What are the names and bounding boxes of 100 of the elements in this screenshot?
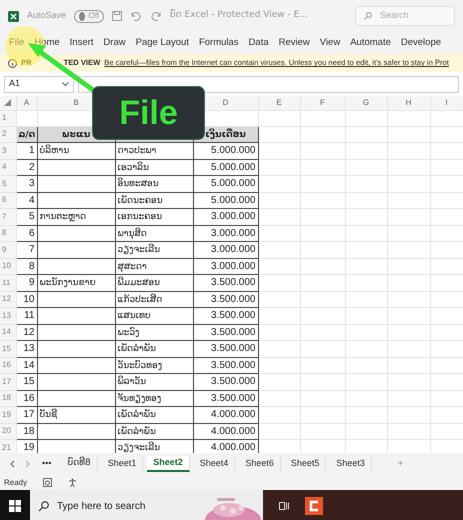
search-icon	[38, 500, 49, 512]
sheet-tab[interactable]: ບົດທີ8	[61, 457, 98, 471]
table-cell: ການຕະຫຼາດ	[40, 212, 86, 222]
table-cell: 11	[24, 310, 34, 322]
column-header[interactable]: I	[445, 98, 448, 107]
table-cell: 4.000.000	[211, 426, 256, 437]
table-cell: 5.000.000	[211, 162, 256, 173]
add-sheet-button[interactable]: +	[392, 457, 410, 471]
table-cell: 2	[28, 162, 34, 173]
table-cell: 16	[23, 392, 34, 404]
table-cell: ພະວົງ	[118, 328, 140, 338]
table-cell: ເອວາລິນ	[118, 162, 149, 173]
excel-logo-icon[interactable]	[8, 10, 19, 22]
table-cell: 3.500.000	[211, 343, 256, 354]
column-header[interactable]: A	[24, 98, 30, 107]
table-cell: 6	[28, 228, 34, 239]
column-header[interactable]: E	[276, 98, 282, 107]
sheet-tab[interactable]: Sheet6	[239, 457, 281, 471]
table-cell: 3.500.000	[211, 326, 256, 338]
table-cell: ແສນເທບ	[118, 311, 151, 322]
table-cell: 4	[28, 194, 34, 206]
table-cell: ພີມມະສອນ	[118, 278, 160, 288]
sheet-tab[interactable]: Sheet2	[147, 456, 190, 472]
table-cell: ພະແນ	[62, 130, 90, 140]
task-view-icon[interactable]	[279, 501, 289, 511]
callout-label: File	[92, 86, 205, 140]
row-header[interactable]: 5	[2, 178, 6, 188]
table-cell: 3.500.000	[211, 310, 256, 322]
select-all-icon[interactable]	[4, 99, 12, 106]
row-header[interactable]: 3	[2, 146, 6, 155]
sheet-tab[interactable]: Sheet3	[330, 457, 372, 471]
ribbon-tab[interactable]: Data	[244, 36, 274, 50]
redo-icon[interactable]	[150, 11, 162, 21]
ribbon-tab[interactable]: Automate	[345, 36, 396, 50]
column-header[interactable]: B	[73, 98, 79, 107]
table-cell: 3.000.000	[211, 211, 256, 222]
table-cell: 3	[28, 178, 34, 190]
ribbon-tab[interactable]: View	[314, 36, 346, 50]
ribbon-tab[interactable]: Draw	[98, 36, 131, 50]
table-cell: 3.500.000	[211, 360, 256, 371]
table-cell: ວັນະບົວທອງ	[118, 360, 162, 371]
table-cell: 8	[28, 260, 34, 272]
row-header[interactable]: 8	[2, 228, 6, 238]
table-cell: 3.500.000	[211, 376, 256, 388]
search-icon	[364, 12, 372, 20]
ribbon-tab[interactable]: Review	[274, 36, 315, 50]
row-header[interactable]: 9	[2, 244, 6, 254]
undo-icon[interactable]	[130, 11, 142, 21]
column-header[interactable]: G	[362, 98, 370, 107]
table-cell: ສຸສະດາ	[118, 262, 147, 272]
accessibility-icon[interactable]	[68, 478, 78, 487]
name-box[interactable]: A1	[4, 76, 74, 92]
more-sheets-button[interactable]: •••	[36, 457, 58, 471]
table-cell: ວຽງຈະເລີນ	[118, 245, 160, 256]
table-cell: 1	[28, 145, 34, 156]
windows-start-icon[interactable]	[9, 500, 21, 512]
save-icon[interactable]	[112, 11, 122, 21]
table-cell: 13	[23, 343, 34, 354]
table-cell: ແກ້ວປະເສີດ	[118, 294, 162, 305]
ribbon-tab[interactable]: Develope	[396, 36, 446, 50]
table-cell: ເພັດລຳພັນ	[118, 344, 156, 354]
table-cell: ພະນັກງານຂາຍ	[40, 278, 96, 288]
table-cell: ເງິນເດືອນ	[205, 130, 246, 140]
column-header[interactable]: D	[222, 98, 228, 107]
autosave-label: AutoSave	[27, 9, 66, 22]
ribbon-tab[interactable]: Page Layout	[130, 36, 194, 50]
row-header[interactable]: 1	[2, 113, 6, 122]
table-cell: 3.500.000	[211, 392, 256, 404]
table-cell: ລ/ດ	[18, 130, 36, 140]
table-cell: ຈັນທຽງທອງ	[118, 394, 162, 404]
table-cell: 3.500.000	[211, 277, 256, 288]
table-cell: 15	[23, 376, 34, 388]
taskbar-search-field[interactable]: Type here to search	[30, 490, 263, 520]
table-cell: ເອກນະຄອນ	[118, 212, 162, 222]
sheet-tab[interactable]: Sheet1	[102, 457, 144, 471]
table-cell: 7	[28, 244, 34, 256]
table-cell: ພານຸສິດ	[118, 228, 147, 239]
table-cell: 3.000.000	[211, 244, 256, 256]
row-header[interactable]: 2	[2, 129, 6, 138]
ribbon-tab[interactable]: Formulas	[194, 36, 244, 50]
table-cell: ພິລາວັນ	[118, 377, 146, 388]
window-title: ບົດ Excel - Protected View - E...	[170, 9, 308, 22]
row-header[interactable]: 4	[2, 162, 6, 172]
table-cell: 9	[28, 277, 34, 288]
sheet-tab[interactable]: Sheet4	[194, 457, 236, 471]
table-cell: 4.000.000	[211, 409, 256, 420]
column-header[interactable]: F	[320, 98, 325, 107]
table-cell: 3.000.000	[211, 260, 256, 272]
table-cell: 10	[23, 294, 34, 305]
row-header[interactable]: 6	[2, 195, 6, 204]
macro-icon[interactable]	[43, 478, 52, 487]
table-cell: 14	[23, 360, 34, 371]
table-cell: ດາວປະພາ	[118, 146, 156, 156]
ribbon-tab[interactable]: Insert	[64, 36, 98, 50]
ribbon-tab[interactable]: Home	[29, 36, 65, 50]
column-header[interactable]: H	[406, 98, 412, 107]
row-header[interactable]: 7	[2, 212, 6, 221]
table-cell: 5.000.000	[211, 178, 256, 190]
sheet-tab[interactable]: Sheet5	[284, 457, 326, 471]
app-icon[interactable]	[305, 497, 323, 515]
